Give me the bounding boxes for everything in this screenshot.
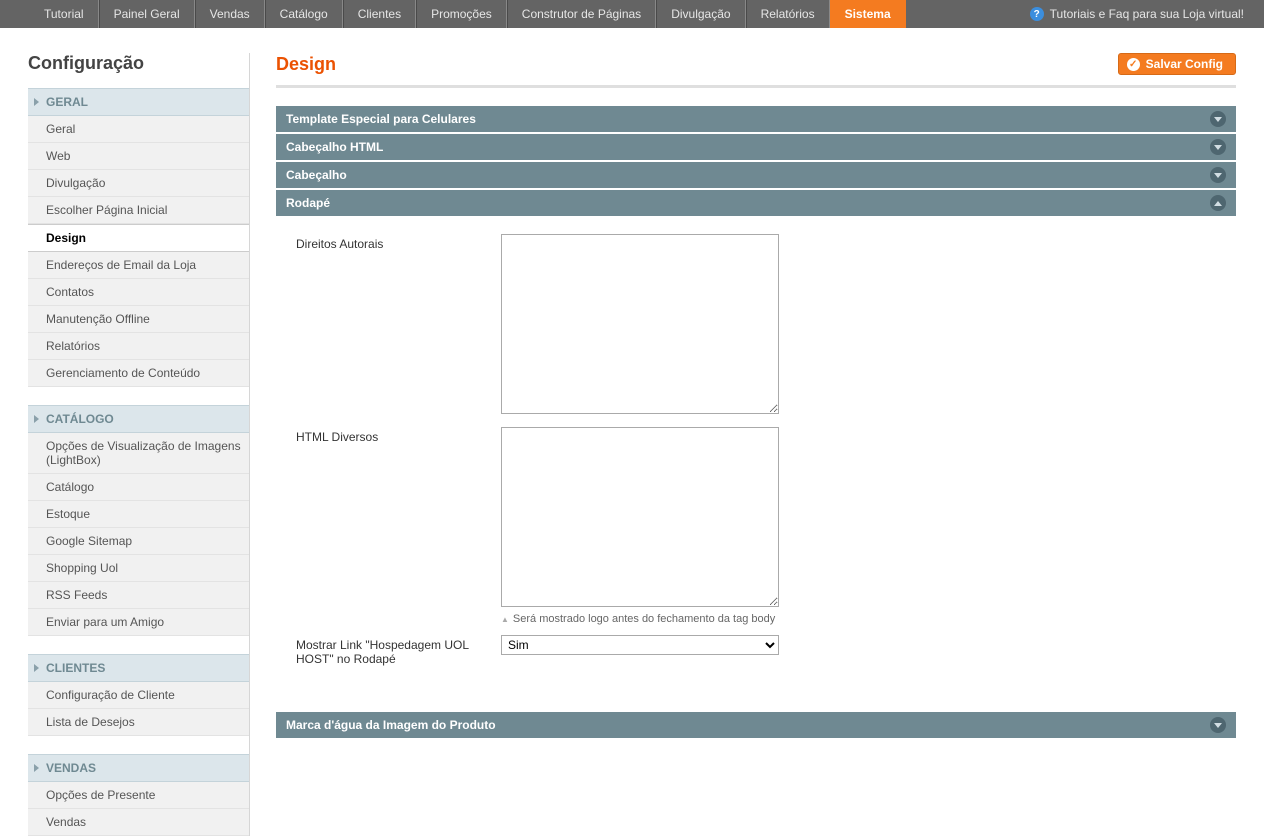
sidebar-item-design[interactable]: Design xyxy=(28,224,249,252)
top-nav: Tutorial Painel Geral Vendas Catálogo Cl… xyxy=(0,0,1264,28)
sidebar-item-estoque[interactable]: Estoque xyxy=(28,501,249,528)
section-title: Marca d'água da Imagem do Produto xyxy=(286,718,496,732)
nav-clientes[interactable]: Clientes xyxy=(343,0,416,28)
section-header-template-celulares[interactable]: Template Especial para Celulares xyxy=(276,106,1236,132)
save-config-button[interactable]: ✓ Salvar Config xyxy=(1118,53,1236,75)
select-mostrar-link-uol[interactable]: Sim xyxy=(501,635,779,655)
note-html-diversos: Será mostrado logo antes do fechamento d… xyxy=(501,613,779,625)
sidebar-section-geral[interactable]: GERAL xyxy=(28,88,249,116)
section-marca-dagua: Marca d'água da Imagem do Produto xyxy=(276,712,1236,738)
sidebar-item-escolher-pagina[interactable]: Escolher Página Inicial xyxy=(28,197,249,224)
section-title: Template Especial para Celulares xyxy=(286,112,476,126)
sidebar-item-vendas[interactable]: Vendas xyxy=(28,809,249,836)
nav-tutorial[interactable]: Tutorial xyxy=(30,0,99,28)
chevron-down-icon xyxy=(1210,717,1226,733)
chevron-down-icon xyxy=(1210,139,1226,155)
nav-relatorios[interactable]: Relatórios xyxy=(746,0,830,28)
check-icon: ✓ xyxy=(1127,58,1140,71)
sidebar-item-lightbox[interactable]: Opções de Visualização de Imagens (Light… xyxy=(28,433,249,474)
chevron-down-icon xyxy=(1210,111,1226,127)
sidebar-item-enderecos-email[interactable]: Endereços de Email da Loja xyxy=(28,252,249,279)
section-header-marca-dagua[interactable]: Marca d'água da Imagem do Produto xyxy=(276,712,1236,738)
section-title: Cabeçalho xyxy=(286,168,347,182)
nav-divulgacao[interactable]: Divulgação xyxy=(656,0,745,28)
sidebar-item-contatos[interactable]: Contatos xyxy=(28,279,249,306)
section-title: Rodapé xyxy=(286,196,330,210)
sidebar: Configuração GERAL Geral Web Divulgação … xyxy=(28,53,250,836)
help-link[interactable]: ? Tutoriais e Faq para sua Loja virtual! xyxy=(1010,0,1264,28)
nav-promocoes[interactable]: Promoções xyxy=(416,0,507,28)
chevron-down-icon xyxy=(1210,167,1226,183)
sidebar-item-relatorios[interactable]: Relatórios xyxy=(28,333,249,360)
nav-painel-geral[interactable]: Painel Geral xyxy=(99,0,195,28)
save-config-label: Salvar Config xyxy=(1146,57,1223,71)
sidebar-title: Configuração xyxy=(28,53,249,74)
nav-sistema[interactable]: Sistema xyxy=(830,0,906,28)
chevron-up-icon xyxy=(1210,195,1226,211)
sidebar-item-lista-desejos[interactable]: Lista de Desejos xyxy=(28,709,249,736)
textarea-direitos-autorais[interactable] xyxy=(501,234,779,414)
sidebar-item-manutencao[interactable]: Manutenção Offline xyxy=(28,306,249,333)
section-header-cabecalho[interactable]: Cabeçalho xyxy=(276,162,1236,188)
sidebar-item-web[interactable]: Web xyxy=(28,143,249,170)
sidebar-item-config-cliente[interactable]: Configuração de Cliente xyxy=(28,682,249,709)
sidebar-item-shopping-uol[interactable]: Shopping Uol xyxy=(28,555,249,582)
section-header-cabecalho-html[interactable]: Cabeçalho HTML xyxy=(276,134,1236,160)
sidebar-item-catalogo[interactable]: Catálogo xyxy=(28,474,249,501)
sidebar-item-gerenciamento[interactable]: Gerenciamento de Conteúdo xyxy=(28,360,249,387)
sidebar-item-enviar-amigo[interactable]: Enviar para um Amigo xyxy=(28,609,249,636)
nav-vendas[interactable]: Vendas xyxy=(195,0,265,28)
section-rodape: Rodapé Direitos Autorais HTML Diversos S… xyxy=(276,190,1236,698)
label-html-diversos: HTML Diversos xyxy=(296,427,501,444)
section-title: Cabeçalho HTML xyxy=(286,140,383,154)
sidebar-item-google-sitemap[interactable]: Google Sitemap xyxy=(28,528,249,555)
sidebar-item-geral[interactable]: Geral xyxy=(28,116,249,143)
header-divider xyxy=(276,85,1236,88)
sidebar-item-opcoes-presente[interactable]: Opções de Presente xyxy=(28,782,249,809)
sidebar-section-catalogo[interactable]: CATÁLOGO xyxy=(28,405,249,433)
section-cabecalho-html: Cabeçalho HTML xyxy=(276,134,1236,160)
sidebar-section-clientes[interactable]: CLIENTES xyxy=(28,654,249,682)
nav-catalogo[interactable]: Catálogo xyxy=(265,0,343,28)
label-direitos-autorais: Direitos Autorais xyxy=(296,234,501,251)
section-cabecalho: Cabeçalho xyxy=(276,162,1236,188)
content: Design ✓ Salvar Config Template Especial… xyxy=(250,53,1236,836)
page-title: Design xyxy=(276,54,336,75)
help-icon: ? xyxy=(1030,7,1044,21)
sidebar-item-divulgacao[interactable]: Divulgação xyxy=(28,170,249,197)
textarea-html-diversos[interactable] xyxy=(501,427,779,607)
section-header-rodape[interactable]: Rodapé xyxy=(276,190,1236,216)
help-label: Tutoriais e Faq para sua Loja virtual! xyxy=(1050,7,1244,21)
nav-construtor[interactable]: Construtor de Páginas xyxy=(507,0,656,28)
section-template-celulares: Template Especial para Celulares xyxy=(276,106,1236,132)
sidebar-item-rss[interactable]: RSS Feeds xyxy=(28,582,249,609)
label-mostrar-link-uol: Mostrar Link "Hospedagem UOL HOST" no Ro… xyxy=(296,635,501,666)
sidebar-section-vendas[interactable]: VENDAS xyxy=(28,754,249,782)
